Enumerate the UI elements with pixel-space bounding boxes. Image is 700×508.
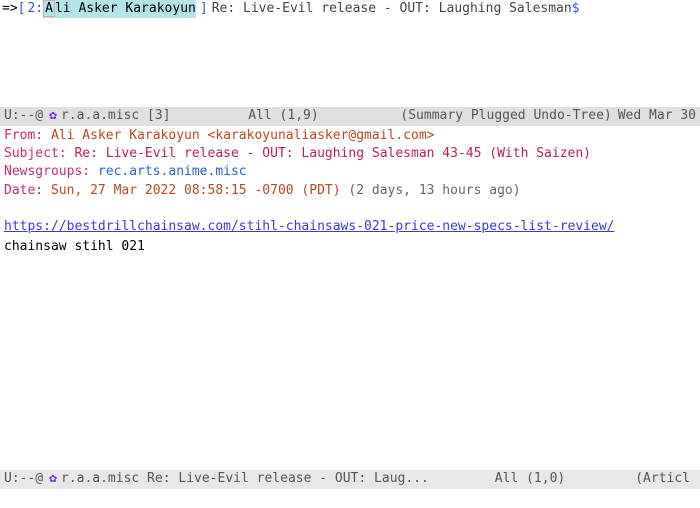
article-body-text: chainsaw stihl 021 [4,238,696,256]
modeline-status: U:--@ [4,470,43,488]
overflow-indicator: $ [572,0,580,18]
modeline-buffer-name: r.a.a.misc [3] [61,107,171,125]
from-value: Ali Asker Karakoyun <karakoyunaliasker@g… [51,128,435,143]
open-bracket: [ [18,0,26,18]
summary-row[interactable]: => [ 2: Ali Asker Karakoyun ] Re: Live-E… [0,0,700,18]
minibuffer[interactable] [0,489,700,508]
date-age: (2 days, 13 hours ago) [348,183,520,198]
author-rest: li Asker Karakoyun [55,1,196,16]
modeline-timestamp: Wed Mar 30 [618,107,696,125]
modeline-status: U:--@ [4,107,43,125]
modeline-position: All (1,0) [495,470,565,488]
subject-value: Re: Live-Evil release - OUT: Laughing Sa… [74,146,591,161]
header-from: From: Ali Asker Karakoyun <karakoyunalia… [4,127,696,145]
subject-label: Subject: [4,146,67,161]
modeline-buffer-name: r.a.a.misc Re: Live-Evil release - OUT: … [61,470,429,488]
summary-pane[interactable]: => [ 2: Ali Asker Karakoyun ] Re: Live-E… [0,0,700,107]
date-label: Date: [4,183,43,198]
from-label: From: [4,128,43,143]
author-name-highlight: Ali Asker Karakoyun [43,0,196,18]
date-value: Sun, 27 Mar 2022 08:58:15 -0700 (PDT) [51,183,341,198]
header-date: Date: Sun, 27 Mar 2022 08:58:15 -0700 (P… [4,182,696,200]
summary-subject: Re: Live-Evil release - OUT: Laughing Sa… [212,0,572,18]
header-newsgroups: Newsgroups: rec.arts.anime.misc [4,163,696,181]
article-body-url[interactable]: https://bestdrillchainsaw.com/stihl-chai… [4,218,696,236]
header-subject: Subject: Re: Live-Evil release - OUT: La… [4,145,696,163]
modeline-modes: (Articl [635,470,690,488]
close-bracket: ] [200,0,208,18]
newsgroups-value: rec.arts.anime.misc [98,164,247,179]
summary-mode-line[interactable]: U:--@ ✿ r.a.a.misc [3] All (1,9) (Summar… [0,107,700,126]
flower-icon: ✿ [49,470,57,488]
article-mode-line[interactable]: U:--@ ✿ r.a.a.misc Re: Live-Evil release… [0,470,700,489]
selection-marker: => [2,0,18,18]
article-pane[interactable]: From: Ali Asker Karakoyun <karakoyunalia… [0,126,700,470]
flower-icon: ✿ [49,107,57,125]
newsgroups-label: Newsgroups: [4,164,90,179]
modeline-position: All (1,9) [248,107,318,125]
modeline-modes: (Summary Plugged Undo-Tree) [400,107,611,125]
article-number: 2: [27,0,43,18]
spacer [4,200,696,218]
author-initial-boxed: A [43,0,55,17]
